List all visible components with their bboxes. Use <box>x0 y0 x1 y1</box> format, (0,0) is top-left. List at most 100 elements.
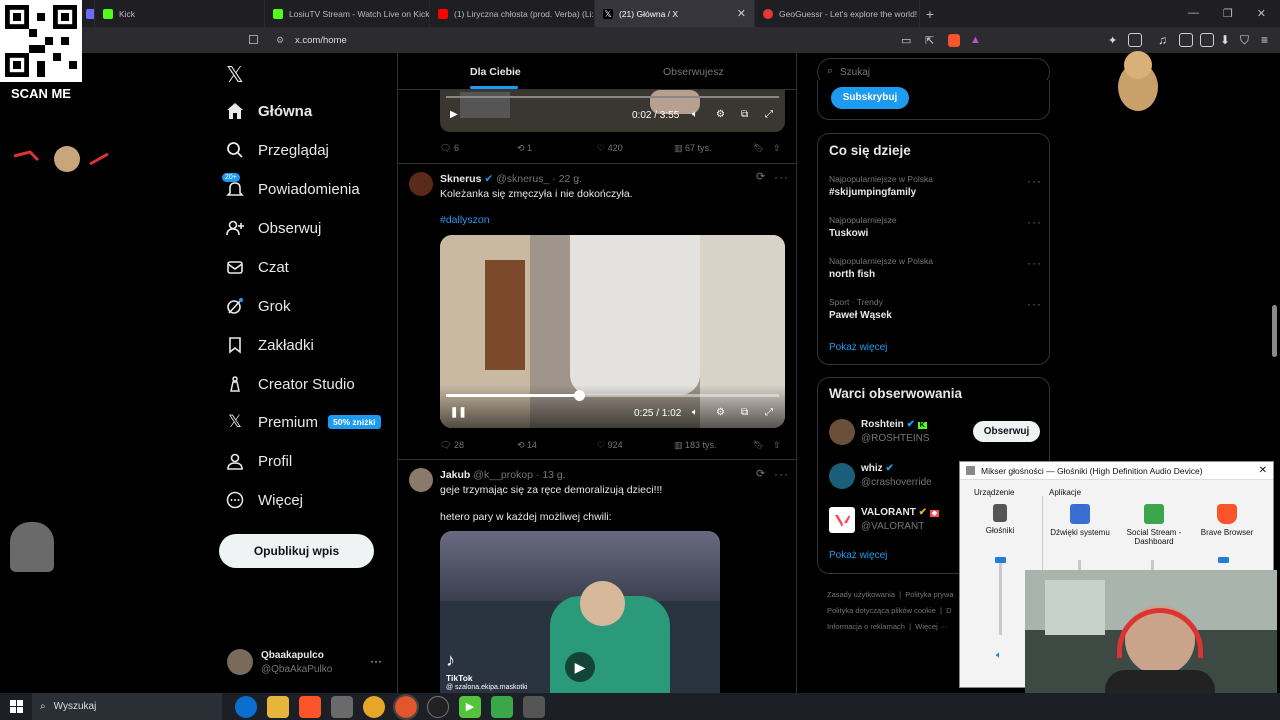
show-more-trends-link[interactable]: Pokaż więcej <box>829 342 887 353</box>
avatar[interactable] <box>409 468 433 492</box>
brave-shields-icon[interactable] <box>948 33 960 47</box>
nav-more[interactable]: Więcej <box>226 491 303 509</box>
close-icon[interactable]: ✕ <box>1259 465 1267 476</box>
footer-link[interactable]: Polityka prywa <box>905 590 953 599</box>
brave-rewards-icon[interactable]: ▲ <box>970 34 981 46</box>
volume-slider-thumb[interactable] <box>995 557 1006 563</box>
reply-button[interactable]: 🗨︎ 6 <box>440 143 459 154</box>
tweet-author-name[interactable]: Sknerus <box>440 173 481 185</box>
settings-icon[interactable]: ⚙ <box>716 407 725 418</box>
menu-icon[interactable]: ≡ <box>1261 33 1268 47</box>
new-tab-button[interactable]: + <box>920 6 940 22</box>
volume-icon[interactable]: 🔈︎ <box>692 407 698 418</box>
retweet-button[interactable]: ⟲ 1 <box>517 143 532 154</box>
tiktok-video-player[interactable]: ▶ ♪ TikTok @ szalona.ekipa.maskotki <box>440 531 720 693</box>
nav-creator-studio[interactable]: Creator Studio <box>226 375 355 393</box>
tweet-time[interactable]: · 22 g. <box>552 173 582 185</box>
nav-chat[interactable]: Czat <box>226 258 289 276</box>
volume-slider-track[interactable] <box>1151 560 1154 570</box>
security-icon[interactable] <box>523 695 545 718</box>
nav-follow[interactable]: Obserwuj <box>226 219 321 237</box>
taskbar-search-box[interactable]: ⌕ Wyszukaj <box>32 693 222 720</box>
video-player[interactable]: ▶ 0:02 / 3:55 🔈︎ ⚙ ⧉ ⤢ <box>440 90 785 132</box>
trend-more-icon[interactable]: ··· <box>1027 174 1042 188</box>
bookmark-icon[interactable]: 🔖︎ <box>753 143 764 154</box>
kick-icon[interactable]: ▶ <box>459 695 481 718</box>
trend-item[interactable]: Sport · Trendy Paweł Wąsek ··· <box>818 295 1051 335</box>
tab-youtube[interactable]: (1) Liryczna chłosta (prod. Verba) (Li: <box>430 0 595 27</box>
minimize-icon[interactable]: — <box>1188 7 1199 20</box>
tab-geoguessr[interactable]: GeoGuessr - Let's explore the world! <box>755 0 920 27</box>
tab-following[interactable]: Obserwujesz <box>663 66 724 78</box>
fullscreen-icon[interactable]: ⤢ <box>765 109 773 120</box>
subscribe-button[interactable]: Subskrybuj <box>831 87 909 109</box>
pause-icon[interactable]: ❚❚ <box>450 407 467 418</box>
tweet-time[interactable]: · 13 g. <box>536 469 566 481</box>
windows-start-icon[interactable] <box>0 700 32 713</box>
trend-more-icon[interactable]: ··· <box>1027 256 1042 270</box>
tab-for-you[interactable]: Dla Ciebie <box>470 66 521 78</box>
social-stream-icon[interactable] <box>491 695 513 718</box>
x-logo-icon[interactable]: 𝕏 <box>226 62 244 88</box>
mute-speaker-icon[interactable]: 🔈︎ <box>996 650 1002 661</box>
share-icon[interactable]: ⇧ <box>773 143 781 154</box>
fullscreen-icon[interactable]: ⤢ <box>765 407 773 418</box>
nav-explore[interactable]: Przeglądaj <box>226 141 329 159</box>
tweet-author-name[interactable]: Jakub <box>440 469 470 481</box>
play-icon[interactable]: ▶ <box>565 652 595 682</box>
wallet-icon[interactable] <box>1200 33 1214 47</box>
account-more-icon[interactable]: ··· <box>370 654 382 668</box>
follow-button[interactable]: Obserwuj <box>973 421 1040 442</box>
show-more-follow-link[interactable]: Pokaż więcej <box>829 550 887 561</box>
share-icon[interactable]: ⇧ <box>773 440 781 451</box>
file-explorer-icon[interactable] <box>267 695 289 718</box>
tweet-more-icon[interactable]: ··· <box>774 467 789 481</box>
tab-x-home[interactable]: 𝕏 (21) Główna / X ✕ <box>595 0 755 27</box>
volume-icon[interactable]: 🔈︎ <box>692 109 698 120</box>
tweet-author-handle[interactable]: @sknerus_ <box>496 173 549 185</box>
post-button[interactable]: Opublikuj wpis <box>219 534 374 568</box>
footer-link[interactable]: Zasady użytkowania <box>827 590 895 599</box>
nav-profile[interactable]: Profil <box>226 452 292 470</box>
vpn-shield-icon[interactable]: ⛉ <box>1240 33 1249 48</box>
pip-icon[interactable]: ⧉ <box>741 109 748 120</box>
nav-notifications[interactable]: 20+ Powiadomienia <box>222 173 360 198</box>
volume-slider-track[interactable] <box>999 560 1002 635</box>
search-input[interactable]: Szukaj <box>840 67 870 78</box>
video-progress-track[interactable] <box>446 96 779 98</box>
close-tab-icon[interactable]: ✕ <box>737 7 746 20</box>
avatar[interactable] <box>409 172 433 196</box>
like-button[interactable]: ♡ 924 <box>597 440 623 451</box>
tab-kick[interactable]: Kick <box>95 0 265 27</box>
trend-item[interactable]: Najpopularniejsze Tuskowi ··· <box>818 213 1051 253</box>
views-button[interactable]: ▥ 67 tys. <box>674 143 712 154</box>
tweet-more-icon[interactable]: ··· <box>774 170 789 184</box>
footer-link[interactable]: D <box>946 606 951 615</box>
trend-more-icon[interactable]: ··· <box>1027 297 1042 311</box>
sidebar-icon[interactable] <box>1179 33 1193 47</box>
obs-browser-icon[interactable] <box>393 693 419 720</box>
tab-losiutv[interactable]: LosiuTV Stream - Watch Live on Kick <box>265 0 430 27</box>
account-switcher[interactable]: Qbaakapulco @QbaAkaPulko ··· <box>218 642 388 684</box>
chrome-icon[interactable] <box>363 695 385 718</box>
pip-icon[interactable]: ⧉ <box>741 407 748 418</box>
footer-link[interactable]: Polityka dotycząca plików cookie <box>827 606 936 615</box>
brave-icon[interactable] <box>299 695 321 718</box>
grok-analyze-icon[interactable]: ⟳ <box>756 467 766 480</box>
trend-item[interactable]: Najpopularniejsze w Polska #skijumpingfa… <box>818 172 1051 212</box>
trend-more-icon[interactable]: ··· <box>1027 215 1042 229</box>
hashtag-link[interactable]: #dallyszon <box>440 214 490 226</box>
footer-link[interactable]: Więcej ··· <box>915 622 947 631</box>
video-player[interactable]: ❚❚ 0:25 / 1:02 🔈︎ ⚙ ⧉ ⤢ <box>440 235 785 428</box>
app-icon[interactable] <box>331 695 353 718</box>
like-button[interactable]: ♡ 420 <box>597 143 623 154</box>
reply-button[interactable]: 🗨︎ 28 <box>440 440 464 451</box>
volume-slider-track[interactable] <box>1078 560 1081 570</box>
share-icon[interactable]: ⇱ <box>925 34 934 47</box>
play-icon[interactable]: ▶ <box>450 109 458 120</box>
views-button[interactable]: ▥ 183 tys. <box>674 440 717 451</box>
tweet-author-handle[interactable]: @k__prokop <box>473 469 533 481</box>
nav-bookmarks[interactable]: Zakładki <box>226 336 314 354</box>
edge-icon[interactable] <box>235 695 257 718</box>
settings-icon[interactable]: ⚙ <box>716 109 725 120</box>
